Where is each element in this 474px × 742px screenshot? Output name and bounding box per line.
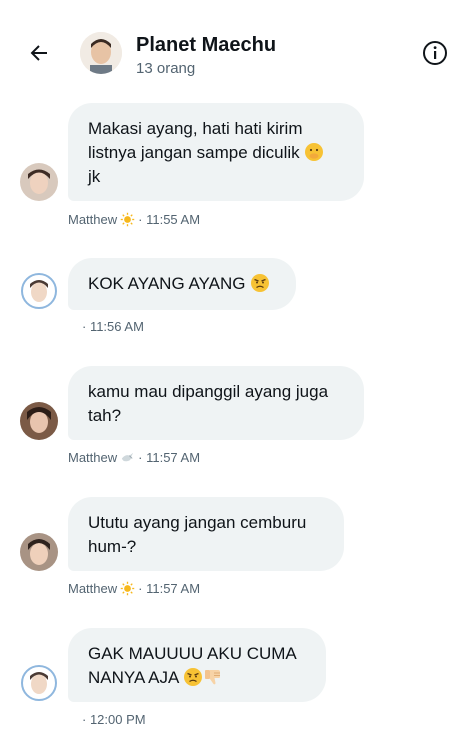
message-text-line1: GAK MAUUUU AKU CUMA — [88, 644, 297, 663]
member-count: 13 orang — [136, 60, 196, 77]
info-icon — [423, 41, 447, 65]
sender-name: Matthew — [68, 212, 118, 227]
info-button[interactable] — [420, 38, 450, 68]
message-bubble[interactable]: kamu mau dipanggil ayang juga tah? — [68, 366, 364, 440]
message-bubble[interactable]: GAK MAUUUU AKU CUMA NANYA AJA — [68, 628, 326, 702]
timestamp: · 11:56 AM — [82, 319, 144, 334]
sun-emoji — [120, 212, 135, 227]
timestamp: · 11:57 AM — [138, 581, 201, 596]
avatar[interactable] — [20, 664, 58, 702]
message-text-tail: jk — [88, 167, 101, 186]
message-text: Makasi ayang, hati hati kirim listnya ja… — [88, 119, 303, 162]
message-meta: Matthew · 11:55 AM — [68, 212, 200, 227]
timestamp: · 11:57 AM — [138, 450, 201, 465]
message-meta: · 11:56 AM — [82, 319, 144, 334]
message-meta: · 12:00 PM — [82, 712, 146, 727]
hand-over-mouth-emoji — [305, 143, 324, 161]
arrow-left-icon — [30, 45, 47, 61]
thumbs-down-emoji — [205, 670, 221, 685]
message-bubble[interactable]: Makasi ayang, hati hati kirim listnya ja… — [68, 103, 364, 201]
message-text: KOK AYANG AYANG — [88, 274, 246, 293]
avatar[interactable] — [20, 163, 58, 201]
avatar[interactable] — [20, 402, 58, 440]
sender-name: Matthew — [68, 450, 118, 465]
message-text: kamu mau dipanggil ayang juga tah? — [88, 382, 329, 425]
timestamp: · 11:55 AM — [138, 212, 201, 227]
sender-name: Matthew — [68, 581, 118, 596]
sun-emoji — [120, 581, 135, 596]
message-meta: Matthew · 11:57 AM — [68, 581, 200, 596]
message-meta: Matthew · 11:57 AM — [68, 450, 200, 465]
angry-face-emoji — [184, 668, 203, 686]
chat-title: Planet Maechu — [136, 34, 277, 56]
avatar[interactable] — [20, 533, 58, 571]
message-text-line2: NANYA AJA — [88, 668, 179, 687]
angry-face-emoji — [251, 274, 270, 292]
message-bubble[interactable]: Ututu ayang jangan cemburu hum-? — [68, 497, 344, 571]
message-text: Ututu ayang jangan cemburu hum-? — [88, 513, 307, 556]
chat-header: Planet Maechu 13 orang — [0, 0, 474, 92]
message-bubble[interactable]: KOK AYANG AYANG — [68, 258, 296, 310]
timestamp: · 12:00 PM — [82, 712, 146, 727]
back-button[interactable] — [24, 38, 54, 68]
dove-emoji — [122, 452, 134, 462]
avatar[interactable] — [20, 272, 58, 310]
group-avatar[interactable] — [80, 32, 122, 74]
